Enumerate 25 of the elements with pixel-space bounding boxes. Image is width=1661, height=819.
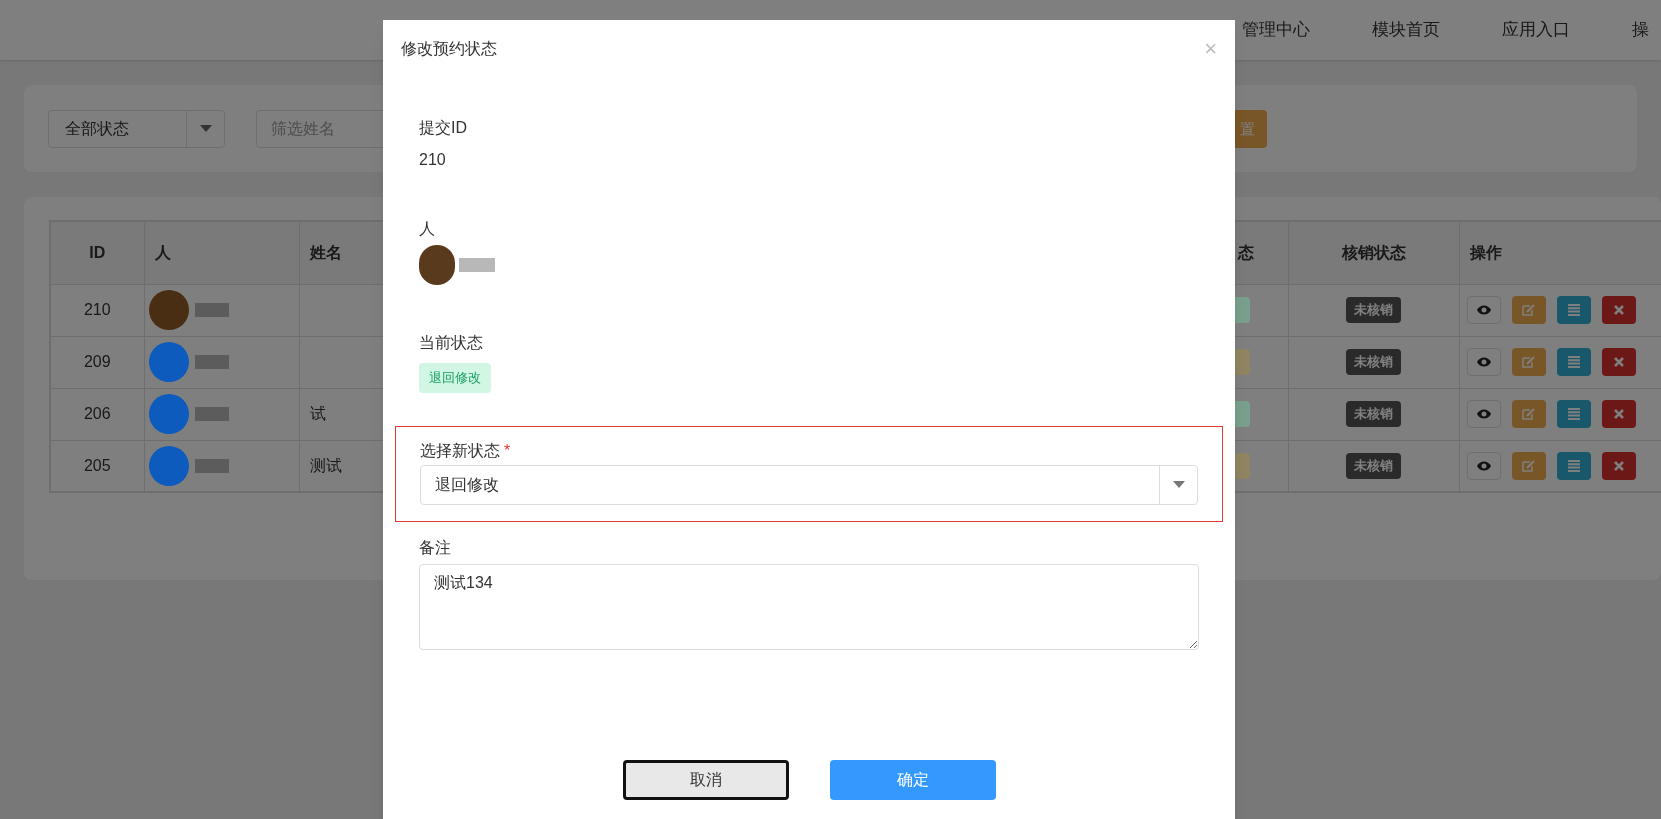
field-label: 人	[419, 219, 435, 239]
column-header: ID	[89, 242, 106, 263]
field-label: 当前状态	[419, 333, 483, 353]
column-header: 态	[1237, 242, 1254, 263]
field-label: 选择新状态	[420, 440, 500, 461]
column-header: 核销状态	[1341, 242, 1406, 263]
table-cell-text: 测试	[309, 455, 342, 476]
dialog-title: 修改预约状态	[401, 38, 497, 59]
table-cell: 210	[83, 301, 111, 318]
column-header: 姓名	[309, 242, 342, 263]
table-cell: 205	[83, 456, 111, 474]
status-badge: 未核销	[1346, 349, 1401, 375]
table-cell-text: 试	[309, 404, 326, 424]
field-label: 提交ID	[419, 118, 467, 138]
table-cell: 206	[83, 405, 111, 422]
status-badge: 未核销	[1346, 401, 1401, 427]
table-cell: 209	[83, 353, 111, 370]
status-badge: 未核销	[1346, 453, 1401, 479]
column-header: 人	[154, 242, 171, 263]
field-value: 210	[419, 150, 447, 170]
field-label: 备注	[419, 537, 451, 558]
status-badge: 未核销	[1346, 297, 1401, 323]
column-header: 操作	[1469, 242, 1502, 263]
status-tag: 退回修改	[419, 363, 491, 393]
required-mark: *	[504, 440, 511, 461]
